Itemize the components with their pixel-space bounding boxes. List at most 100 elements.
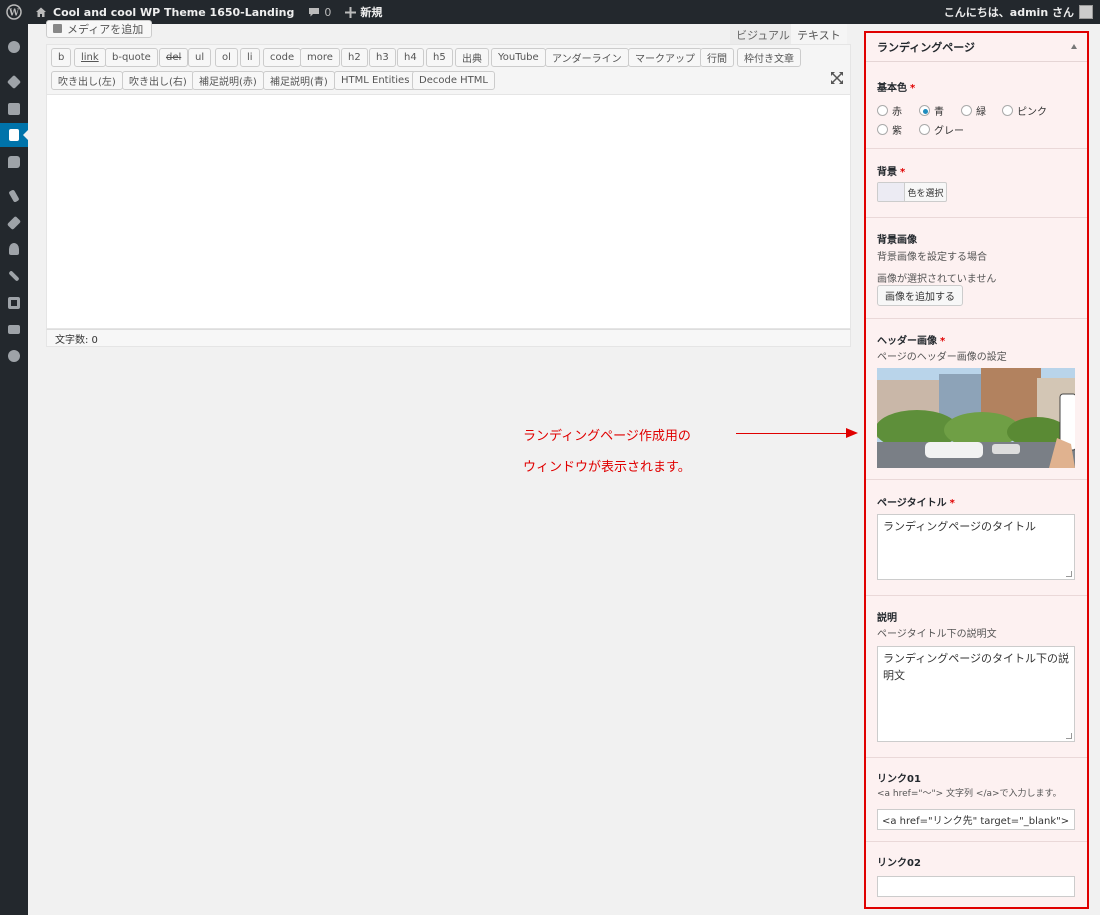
annotation-arrow-line (736, 433, 848, 434)
appearance-icon[interactable] (0, 184, 28, 208)
radio-purple[interactable]: 紫 (877, 122, 902, 137)
radio-blue[interactable]: 青 (919, 103, 944, 118)
resize-handle-icon[interactable] (1066, 571, 1072, 577)
media-icon[interactable] (0, 97, 28, 121)
metabox-title: ランディングページ (877, 41, 976, 54)
background-image-label: 背景画像 (877, 235, 917, 246)
qt-button-youtube[interactable]: YouTube (491, 48, 546, 67)
divider (866, 757, 1087, 758)
collapse-menu-icon[interactable] (0, 344, 28, 368)
background-label: 背景 * (877, 167, 906, 178)
add-media-label: メディアを追加 (67, 23, 144, 36)
radio-circle-pink (1002, 105, 1013, 116)
qt-button-b-quote[interactable]: b-quote (105, 48, 158, 67)
qt-button-code[interactable]: code (263, 48, 302, 67)
qt-button-link[interactable]: link (74, 48, 106, 67)
radio-gray[interactable]: グレー (919, 122, 964, 137)
users-icon[interactable] (0, 237, 28, 261)
admin-sidebar (0, 24, 28, 915)
site-name: Cool and cool WP Theme 1650-Landing (53, 5, 295, 19)
landing-page-metabox: ランディングページ 基本色 * 赤 青 緑 ピンク 紫 グレー 背景 * 色を選択 … (864, 31, 1089, 909)
select-color-button[interactable]: 色を選択 (877, 182, 947, 202)
qt-button-html-entities[interactable]: HTML Entities (334, 71, 417, 90)
qt-button-ol[interactable]: ol (215, 48, 238, 67)
link02-input[interactable] (877, 876, 1075, 897)
page-title-value: ランディングページのタイトル (883, 520, 1037, 533)
word-count-bar: 文字数: 0 (46, 329, 851, 347)
qt-button-balloon-left[interactable]: 吹き出し(左) (51, 71, 123, 90)
no-image-selected-text: 画像が選択されていません (877, 274, 997, 285)
description-label: 説明 (877, 613, 897, 624)
qt-button-del[interactable]: del (159, 48, 189, 67)
post-editor: メディアを追加 ビジュアル テキスト b link b-quote del ul… (46, 20, 851, 347)
comments-icon[interactable] (0, 150, 28, 174)
header-image-preview[interactable] (877, 368, 1075, 468)
qt-button-note-red[interactable]: 補足説明(赤) (192, 71, 264, 90)
wordpress-logo-icon[interactable]: W (0, 0, 28, 24)
select-color-label: 色を選択 (907, 188, 944, 199)
link01-value: <a href="リンク先" target="_blank"> (882, 816, 1070, 827)
tab-text[interactable]: テキスト (791, 24, 847, 46)
color-swatch (878, 183, 905, 201)
divider (866, 217, 1087, 218)
description-desc: ページタイトル下の説明文 (877, 629, 997, 640)
qt-button-h5[interactable]: h5 (426, 48, 453, 67)
page-title-label: ページタイトル * (877, 498, 955, 509)
pages-icon[interactable] (0, 123, 28, 147)
radio-red[interactable]: 赤 (877, 103, 902, 118)
description-value: ランディングページのタイトル下の説明文 (883, 652, 1070, 682)
qt-button-h3[interactable]: h3 (369, 48, 396, 67)
resize-handle-icon[interactable] (1066, 733, 1072, 739)
qt-button-h2[interactable]: h2 (341, 48, 368, 67)
divider (866, 148, 1087, 149)
content-textarea[interactable] (46, 94, 851, 329)
add-image-button[interactable]: 画像を追加する (877, 285, 963, 306)
qt-button-more[interactable]: more (300, 48, 340, 67)
qt-button-ul[interactable]: ul (188, 48, 212, 67)
annotation-line-2: ウィンドウが表示されます。 (523, 460, 691, 475)
qt-button-decode-html[interactable]: Decode HTML (412, 71, 495, 90)
qt-button-h4[interactable]: h4 (397, 48, 424, 67)
description-textarea[interactable]: ランディングページのタイトル下の説明文 (877, 646, 1075, 742)
qt-button-underline[interactable]: アンダーライン (545, 48, 629, 67)
qt-button-markup[interactable]: マークアップ (628, 48, 702, 67)
new-label: 新規 (360, 6, 383, 19)
new-content-link[interactable]: 新規 (338, 0, 389, 24)
comments-link[interactable]: 0 (301, 0, 338, 24)
custom-fields-icon[interactable] (0, 317, 28, 341)
comment-bubble-icon (309, 8, 320, 17)
add-media-button[interactable]: メディアを追加 (46, 20, 153, 38)
link02-label: リンク02 (877, 858, 921, 869)
qt-button-citation[interactable]: 出典 (455, 48, 489, 67)
plus-icon (345, 6, 357, 18)
qt-button-b[interactable]: b (51, 48, 72, 67)
link01-desc: <a href="〜"> 文字列 </a>で入力します。 (877, 789, 1062, 799)
settings-icon[interactable] (0, 291, 28, 315)
radio-circle-green (961, 105, 972, 116)
dashboard-icon[interactable] (0, 35, 28, 59)
comment-count: 0 (324, 5, 332, 19)
header-image-desc: ページのヘッダー画像の設定 (877, 352, 1007, 363)
annotation-line-1: ランディングページ作成用の (523, 429, 691, 444)
page-title-textarea[interactable]: ランディングページのタイトル (877, 514, 1075, 580)
background-image-desc: 背景画像を設定する場合 (877, 252, 987, 263)
tools-icon[interactable] (0, 264, 28, 288)
admin-bar: W Cool and cool WP Theme 1650-Landing 0 … (0, 0, 1100, 24)
fullscreen-icon[interactable] (830, 71, 844, 85)
qt-button-note-blue[interactable]: 補足説明(青) (263, 71, 335, 90)
home-icon (36, 7, 46, 17)
link01-input[interactable]: <a href="リンク先" target="_blank"> (877, 809, 1075, 830)
tab-visual[interactable]: ビジュアル (730, 24, 796, 46)
pin-icon[interactable] (0, 70, 28, 94)
plugins-icon[interactable] (0, 211, 28, 235)
metabox-header[interactable]: ランディングページ (866, 33, 1087, 62)
qt-button-li[interactable]: li (240, 48, 260, 67)
qt-button-bordered-text[interactable]: 枠付き文章 (737, 48, 801, 67)
qt-button-line-height[interactable]: 行間 (700, 48, 734, 67)
avatar (1079, 5, 1093, 19)
qt-button-balloon-right[interactable]: 吹き出し(右) (122, 71, 194, 90)
radio-pink[interactable]: ピンク (1002, 103, 1047, 118)
account-menu[interactable]: こんにちは、admin さん (937, 0, 1100, 24)
radio-green[interactable]: 緑 (961, 103, 986, 118)
collapse-arrow-icon[interactable] (1071, 44, 1077, 49)
